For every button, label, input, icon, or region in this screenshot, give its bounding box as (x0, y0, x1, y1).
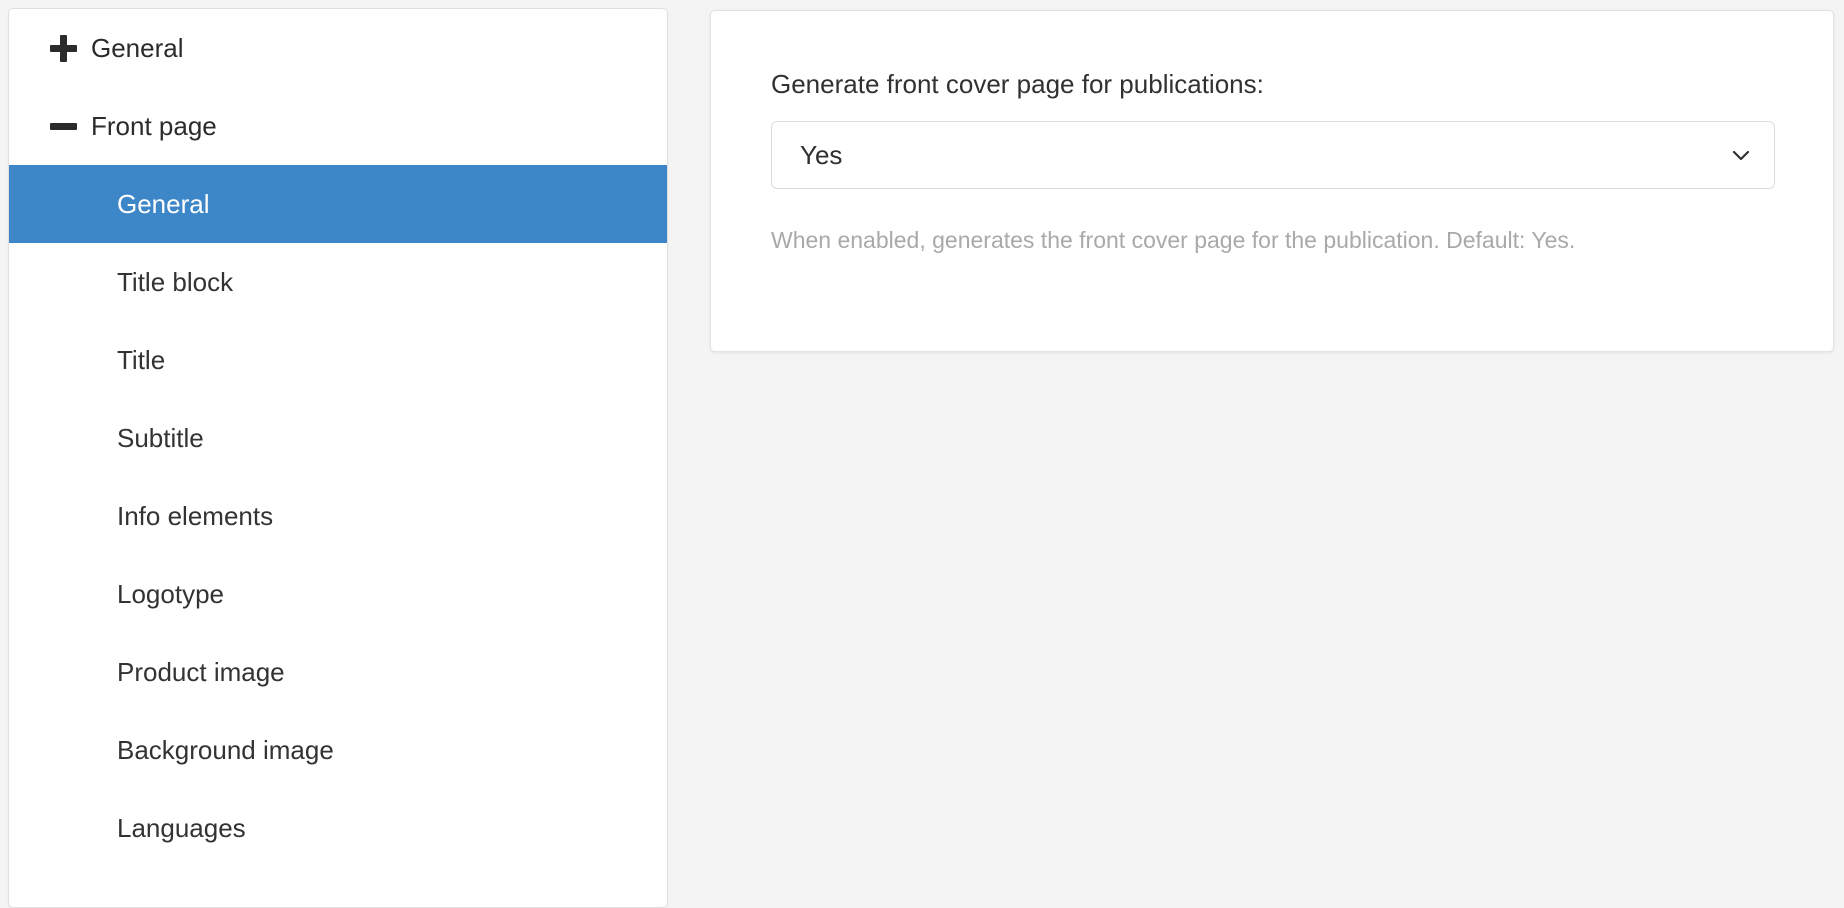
sidebar-item-label: Logotype (117, 579, 224, 609)
sidebar-item-label: Product image (117, 657, 285, 687)
settings-tree: General Front page General Title block Title… (9, 9, 667, 867)
sidebar-item-label: Title block (117, 267, 234, 297)
field-help-text: When enabled, generates the front cover … (771, 227, 1576, 254)
sidebar-item-subtitle[interactable]: Subtitle (9, 399, 667, 477)
sidebar-item-label: Background image (117, 735, 334, 765)
sidebar-item-languages[interactable]: Languages (9, 789, 667, 867)
select-wrapper: Yes (771, 121, 1775, 190)
sidebar-item-title-block[interactable]: Title block (9, 243, 667, 321)
sidebar-item-general[interactable]: General (9, 9, 667, 87)
sidebar-item-label: Title (117, 345, 166, 375)
sidebar-item-label: Info elements (117, 501, 274, 531)
sidebar-item-label: General (91, 33, 184, 63)
sidebar-item-label: Subtitle (117, 423, 204, 453)
sidebar-item-label: Languages (117, 813, 246, 843)
sidebar-item-info-elements[interactable]: Info elements (9, 477, 667, 555)
generate-front-cover-select[interactable]: Yes (771, 121, 1775, 190)
select-selected-value: Yes (800, 139, 843, 170)
sidebar-item-label: General (117, 189, 210, 219)
sidebar-item-general[interactable]: General (9, 165, 667, 243)
setting-field-group: Generate front cover page for publicatio… (771, 69, 1775, 256)
sidebar-item-title[interactable]: Title (9, 321, 667, 399)
settings-tree-panel: General Front page General Title block Title… (8, 8, 668, 908)
sidebar-item-front-page[interactable]: Front page (9, 87, 667, 165)
sidebar-item-label: Front page (91, 111, 217, 141)
plus-icon[interactable] (47, 31, 81, 65)
settings-page: General Front page General Title block Title… (0, 0, 1844, 908)
sidebar-item-product-image[interactable]: Product image (9, 633, 667, 711)
sidebar-item-logotype[interactable]: Logotype (9, 555, 667, 633)
field-label: Generate front cover page for publicatio… (771, 69, 1264, 99)
sidebar-item-background-image[interactable]: Background image (9, 711, 667, 789)
settings-detail-panel: Generate front cover page for publicatio… (710, 10, 1834, 352)
minus-icon[interactable] (47, 109, 81, 143)
